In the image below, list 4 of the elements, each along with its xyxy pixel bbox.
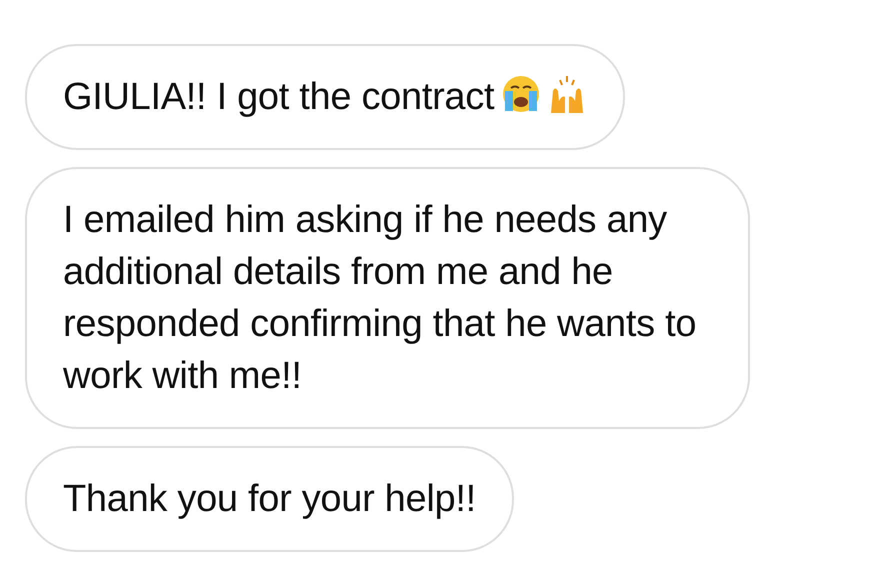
message-text: GIULIA!! I got the contract bbox=[63, 76, 494, 118]
message-text: I emailed him asking if he needs any additional details from me and he responded confirming that he wants to work with me!! bbox=[63, 199, 696, 397]
crying-face-icon bbox=[500, 73, 540, 115]
message-text: Thank you for your help!! bbox=[63, 478, 476, 520]
